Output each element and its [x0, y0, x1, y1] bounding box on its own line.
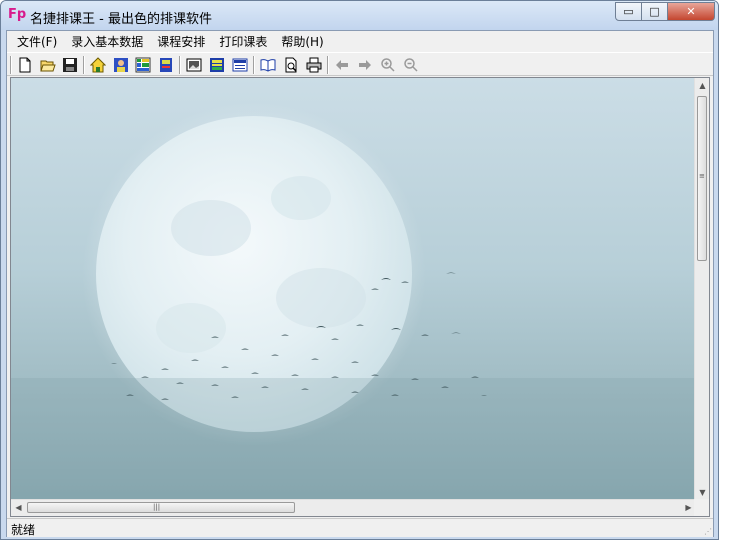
zoom-out-icon[interactable]: [402, 56, 420, 73]
arrow-right-icon[interactable]: [356, 56, 374, 73]
menu-bar: 文件(F) 录入基本数据 课程安排 打印课表 帮助(H): [7, 31, 713, 51]
status-bar: 就绪 ⋰: [7, 518, 713, 537]
title-bar[interactable]: Fp 名捷排课王 - 最出色的排课软件 ▭ □ ✕: [1, 1, 718, 30]
toolbar-separator: [253, 56, 255, 74]
horizontal-grip-icon: |||: [153, 503, 161, 511]
window-title: 名捷排课王 - 最出色的排课软件: [30, 12, 212, 27]
print-icon[interactable]: [305, 56, 323, 73]
menu-print-timetable[interactable]: 打印课表: [212, 33, 274, 50]
arrow-left-icon[interactable]: [333, 56, 351, 73]
timetable-icon[interactable]: [208, 56, 226, 73]
vertical-scroll-thumb[interactable]: ≡: [697, 96, 707, 261]
horizontal-scroll-thumb[interactable]: |||: [27, 502, 295, 513]
toolbar-separator: [179, 56, 181, 74]
vertical-grip-icon: ≡: [699, 172, 705, 180]
scroll-corner: [694, 499, 709, 516]
toolbar-separator: [327, 56, 329, 74]
main-window: Fp 名捷排课王 - 最出色的排课软件 ▭ □ ✕ 文件(F) 录入基本数据 课…: [0, 0, 719, 540]
app-logo-icon: Fp: [8, 7, 27, 22]
class-book-icon[interactable]: [157, 56, 175, 73]
open-folder-icon[interactable]: [39, 56, 57, 73]
vertical-scrollbar[interactable]: ▲ ≡ ▼: [694, 78, 709, 500]
minimize-button[interactable]: ▭: [615, 2, 642, 21]
menu-course-arrangement[interactable]: 课程安排: [150, 33, 212, 50]
toolbar-grip: [10, 56, 12, 74]
status-text: 就绪: [11, 523, 36, 537]
print-preview-icon[interactable]: [282, 56, 300, 73]
close-button[interactable]: ✕: [668, 2, 715, 21]
zoom-in-icon[interactable]: [379, 56, 397, 73]
maximize-button[interactable]: □: [642, 2, 668, 21]
schedule-grid-icon[interactable]: [134, 56, 152, 73]
scroll-up-icon[interactable]: ▲: [695, 78, 709, 93]
save-icon[interactable]: [61, 56, 79, 73]
teacher-icon[interactable]: [112, 56, 130, 73]
menu-file[interactable]: 文件(F): [10, 33, 64, 50]
new-file-icon[interactable]: [16, 56, 34, 73]
menu-help[interactable]: 帮助(H): [274, 33, 330, 50]
report-icon[interactable]: [231, 56, 249, 73]
classroom-image-icon[interactable]: [185, 56, 203, 73]
scroll-left-icon[interactable]: ◀: [11, 500, 26, 515]
open-book-icon[interactable]: [259, 56, 277, 73]
home-icon[interactable]: [89, 56, 107, 73]
client-area: 文件(F) 录入基本数据 课程安排 打印课表 帮助(H) ▲ ≡ ▼ ◀ |||…: [6, 30, 714, 537]
resize-grip-icon[interactable]: ⋰: [704, 527, 712, 536]
toolbar: [7, 52, 713, 76]
content-view[interactable]: ▲ ≡ ▼ ◀ ||| ▶: [10, 77, 710, 517]
moon-scene-graphic: [11, 102, 696, 500]
toolbar-separator: [83, 56, 85, 74]
moon-birds-background-image: [11, 78, 696, 500]
scroll-down-icon[interactable]: ▼: [695, 485, 709, 500]
menu-enter-basic-data[interactable]: 录入基本数据: [64, 33, 150, 50]
horizontal-scrollbar[interactable]: ◀ ||| ▶: [11, 499, 696, 516]
